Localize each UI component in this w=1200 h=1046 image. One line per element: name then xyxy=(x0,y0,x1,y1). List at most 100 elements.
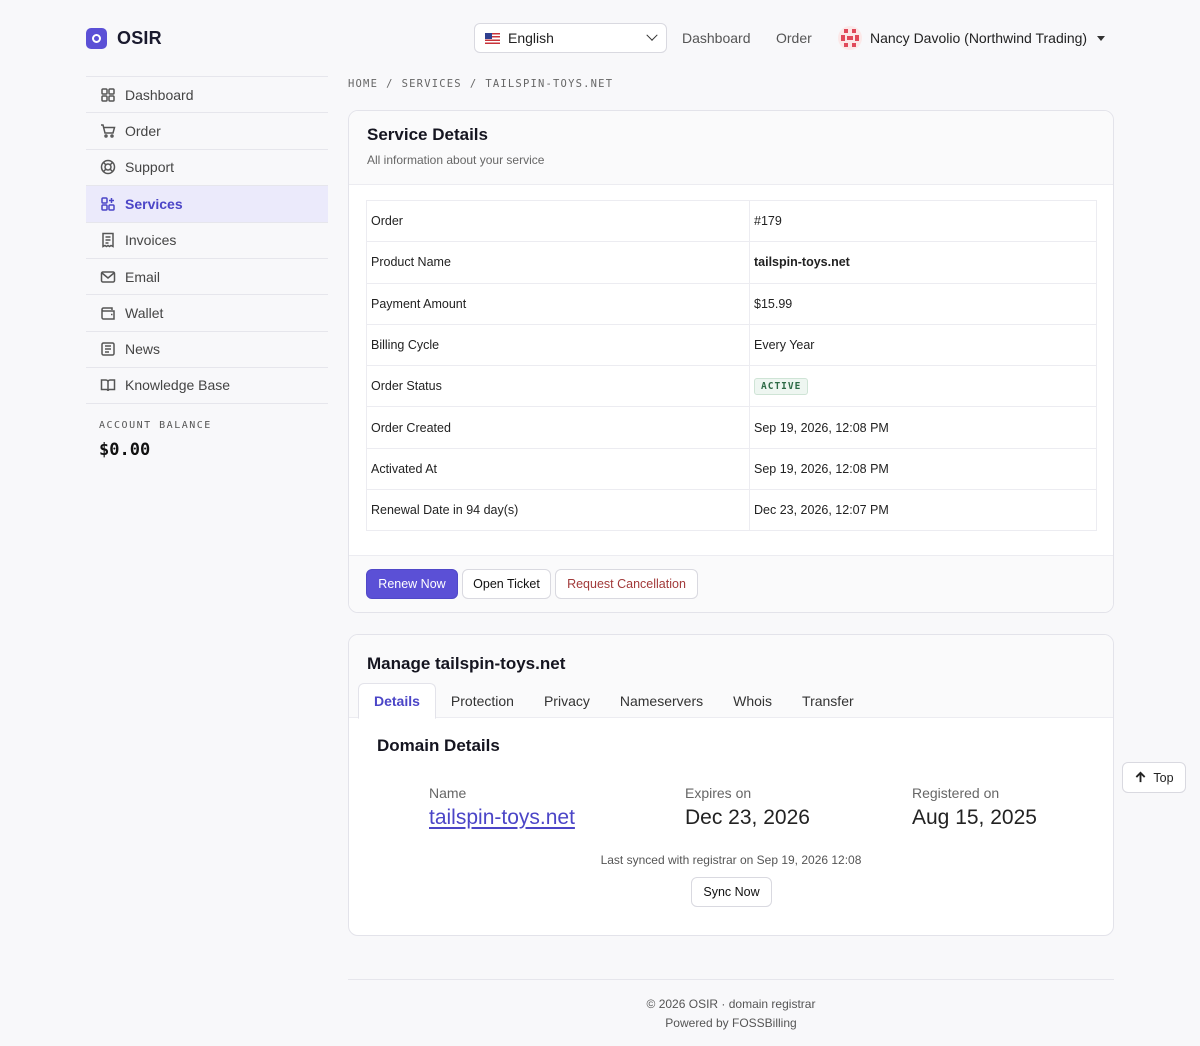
status-badge: ACTIVE xyxy=(754,377,809,395)
footer-copyright: © 2026 OSIR · domain registrar xyxy=(646,997,816,1011)
open-ticket-button[interactable]: Open Ticket xyxy=(462,569,551,599)
tab-bar: Details Protection Privacy Nameservers W… xyxy=(358,683,869,719)
row-label: Payment Amount xyxy=(366,282,750,325)
sidebar-item-news[interactable]: News xyxy=(86,330,328,367)
account-balance-label: ACCOUNT BALANCE xyxy=(99,420,212,431)
receipt-icon xyxy=(102,233,114,248)
language-label: English xyxy=(508,30,554,46)
breadcrumb: HOME / SERVICES / TAILSPIN-TOYS.NET xyxy=(348,78,613,90)
sidebar-item-support[interactable]: Support xyxy=(86,148,328,185)
expires-value: Dec 23, 2026 xyxy=(685,806,810,829)
wallet-icon xyxy=(101,307,115,320)
news-icon xyxy=(101,342,115,357)
sidebar: Dashboard Order Support Services Invoice… xyxy=(86,76,328,404)
domain-name-label: Name xyxy=(429,785,467,801)
row-value: Dec 23, 2026, 12:07 PM xyxy=(749,489,1097,532)
lifebuoy-icon xyxy=(100,160,116,175)
sidebar-item-knowledge-base[interactable]: Knowledge Base xyxy=(86,367,328,404)
brand-name: OSIR xyxy=(117,28,162,48)
sidebar-item-wallet[interactable]: Wallet xyxy=(86,294,328,330)
sidebar-item-dashboard[interactable]: Dashboard xyxy=(86,76,328,112)
registered-value: Aug 15, 2025 xyxy=(912,806,1037,829)
breadcrumb-home[interactable]: HOME xyxy=(348,78,378,90)
row-value: Sep 19, 2026, 12:08 PM xyxy=(749,406,1097,449)
sidebar-item-order[interactable]: Order xyxy=(86,112,328,148)
avatar xyxy=(838,26,862,50)
sync-note: Last synced with registrar on Sep 19, 20… xyxy=(600,853,862,867)
tab-protection[interactable]: Protection xyxy=(436,683,529,718)
request-cancellation-button[interactable]: Request Cancellation xyxy=(555,569,698,599)
breadcrumb-separator: / xyxy=(469,78,478,90)
tab-transfer[interactable]: Transfer xyxy=(787,683,869,718)
row-label: Renewal Date in 94 day(s) xyxy=(366,489,750,532)
table-row: Order Created Sep 19, 2026, 12:08 PM xyxy=(366,406,1097,449)
service-details-card: Service Details All information about yo… xyxy=(348,110,1114,613)
row-label: Order xyxy=(366,199,750,243)
cart-icon xyxy=(101,124,116,138)
footer-divider xyxy=(348,979,1114,980)
row-label: Activated At xyxy=(366,447,750,491)
table-row: Billing Cycle Every Year xyxy=(366,323,1097,367)
nav-order[interactable]: Order xyxy=(776,30,812,46)
row-label: Billing Cycle xyxy=(366,323,750,367)
logo-icon xyxy=(86,28,107,49)
sidebar-item-email[interactable]: Email xyxy=(86,257,328,294)
row-value: Every Year xyxy=(749,323,1097,367)
row-label: Order Status xyxy=(366,365,750,408)
table-row: Payment Amount $15.99 xyxy=(366,282,1097,325)
arrow-up-icon xyxy=(1136,771,1146,783)
sidebar-item-label: Support xyxy=(125,159,175,176)
manage-domain-card: Manage tailspin-toys.net Details Protect… xyxy=(348,634,1114,936)
brand-logo[interactable]: OSIR xyxy=(86,28,162,49)
registered-label: Registered on xyxy=(912,785,1000,801)
breadcrumb-services[interactable]: SERVICES xyxy=(402,78,462,90)
row-label: Order Created xyxy=(366,406,750,449)
table-row: Order Status ACTIVE xyxy=(366,365,1097,408)
expires-label: Expires on xyxy=(685,785,752,801)
registered-block: Registered on Aug 15, 2025 xyxy=(912,785,1037,830)
footer-powered-by[interactable]: Powered by FOSSBilling xyxy=(348,1016,1114,1030)
table-row: Activated At Sep 19, 2026, 12:08 PM xyxy=(366,447,1097,491)
row-value: $15.99 xyxy=(749,282,1097,325)
sidebar-item-label: Invoices xyxy=(125,232,177,249)
table-row: Product Name tailspin-toys.net xyxy=(366,241,1097,284)
domain-name-block: Name tailspin-toys.net xyxy=(429,785,575,830)
sidebar-item-label: Order xyxy=(125,123,161,140)
back-to-top-button[interactable]: Top xyxy=(1122,762,1186,793)
expires-block: Expires on Dec 23, 2026 xyxy=(685,785,810,830)
sidebar-item-label: Services xyxy=(125,195,183,212)
tab-privacy[interactable]: Privacy xyxy=(529,683,605,718)
domain-details-title: Domain Details xyxy=(377,736,500,755)
row-value: tailspin-toys.net xyxy=(749,241,1097,284)
table-row: Order #179 xyxy=(366,199,1097,243)
language-select[interactable]: English xyxy=(474,23,667,53)
service-details-table: Order #179 Product Name tailspin-toys.net … xyxy=(366,199,1097,532)
caret-down-icon xyxy=(1097,35,1106,41)
table-row: Renewal Date in 94 day(s) Dec 23, 2026, 1… xyxy=(366,489,1097,532)
breadcrumb-current: TAILSPIN-TOYS.NET xyxy=(485,78,614,90)
sidebar-item-label: Knowledge Base xyxy=(125,377,231,394)
domain-name-link[interactable]: tailspin-toys.net xyxy=(429,806,575,830)
account-balance-value: $0.00 xyxy=(99,440,151,460)
tab-nameservers[interactable]: Nameservers xyxy=(605,683,718,718)
back-to-top-label: Top xyxy=(1153,770,1174,785)
sidebar-item-label: Email xyxy=(125,268,161,285)
sidebar-item-services[interactable]: Services xyxy=(86,185,328,222)
renew-now-button[interactable]: Renew Now xyxy=(366,569,458,599)
card-subtitle: All information about your service xyxy=(367,153,545,167)
tab-whois[interactable]: Whois xyxy=(718,683,787,718)
book-icon xyxy=(100,379,116,392)
sidebar-item-label: News xyxy=(125,341,161,358)
user-name: Nancy Davolio (Northwind Trading) xyxy=(870,30,1088,46)
sync-now-button[interactable]: Sync Now xyxy=(691,877,772,907)
sidebar-item-invoices[interactable]: Invoices xyxy=(86,221,328,258)
nav-dashboard[interactable]: Dashboard xyxy=(682,30,751,46)
card-title: Service Details xyxy=(367,125,488,144)
us-flag-icon xyxy=(485,32,500,44)
chevron-down-icon xyxy=(646,29,658,41)
card-title: Manage tailspin-toys.net xyxy=(367,654,566,673)
mail-icon xyxy=(100,270,116,283)
sidebar-item-label: Dashboard xyxy=(125,86,194,103)
tab-details[interactable]: Details xyxy=(358,683,436,719)
user-menu[interactable]: Nancy Davolio (Northwind Trading) xyxy=(838,26,1106,50)
